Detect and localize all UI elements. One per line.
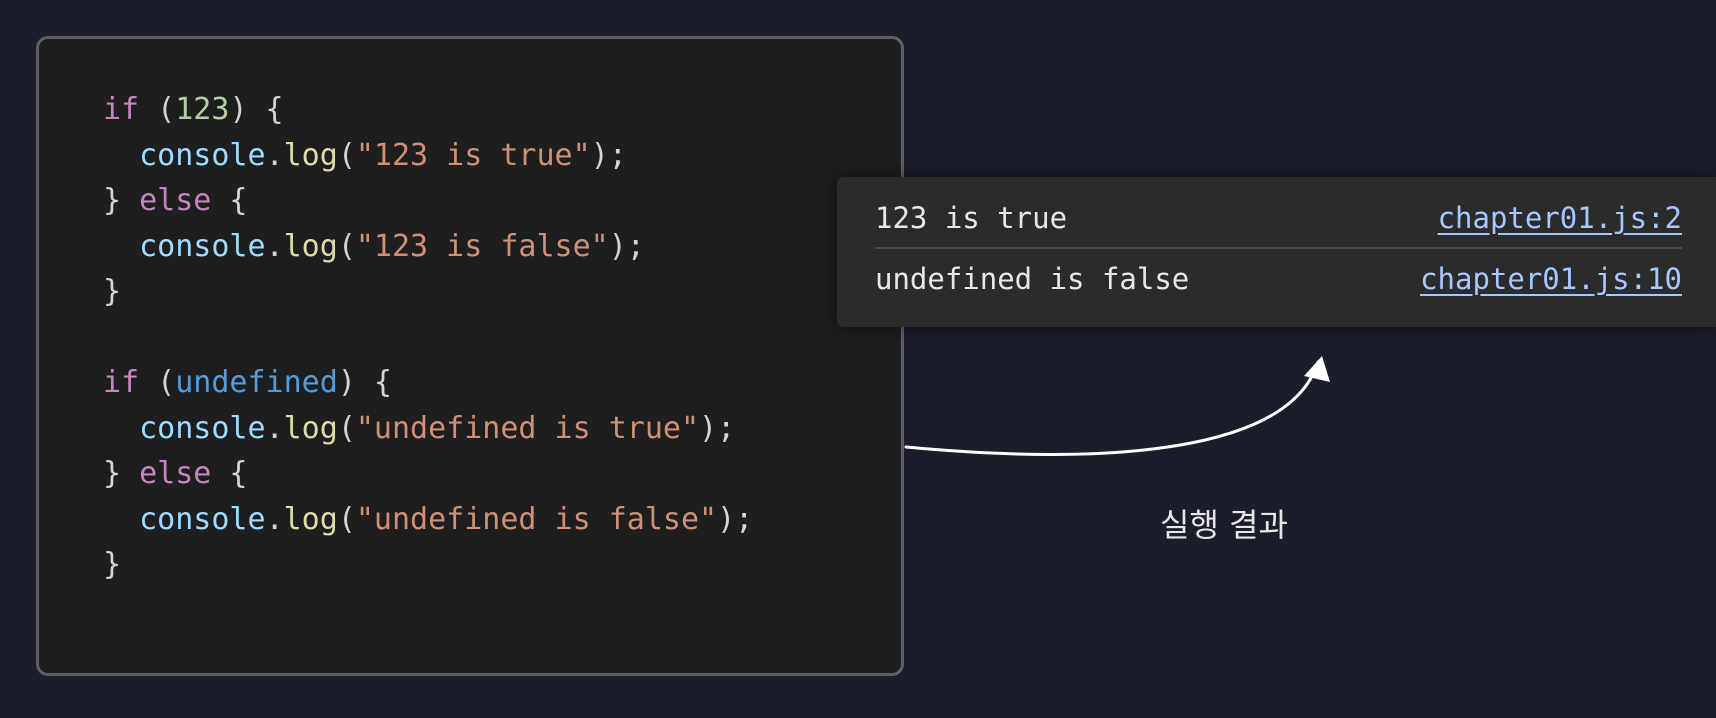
- console-row-divider: [875, 247, 1682, 249]
- code-token: ) {: [229, 92, 284, 127]
- code-token: }: [103, 274, 122, 309]
- console-message: 123 is true: [875, 201, 1068, 235]
- code-token: console: [139, 228, 266, 264]
- code-token: (: [337, 137, 356, 173]
- code-token: (: [337, 228, 356, 264]
- result-caption: 실행 결과: [1160, 506, 1288, 544]
- code-token: .: [265, 137, 284, 173]
- code-token: }: [103, 456, 140, 491]
- code-token: );: [717, 501, 754, 537]
- code-token: log: [283, 137, 338, 173]
- code-token: log: [283, 501, 338, 537]
- code-line: console.log("undefined is false");: [103, 497, 753, 543]
- code-line: console.log("123 is false");: [103, 224, 753, 270]
- code-token: {: [211, 456, 248, 491]
- code-token: }: [103, 547, 122, 582]
- code-token: log: [283, 410, 338, 446]
- code-token: (: [139, 365, 176, 400]
- code-token: {: [211, 183, 248, 218]
- code-token: console: [139, 501, 266, 537]
- console-message: undefined is false: [875, 262, 1190, 296]
- console-output-panel: 123 is true chapter01.js:2 undefined is …: [837, 177, 1716, 327]
- code-token: console: [139, 410, 266, 446]
- code-line: console.log("123 is true");: [103, 133, 753, 179]
- code-line: }: [103, 269, 753, 315]
- console-source-link[interactable]: chapter01.js:2: [1438, 201, 1682, 235]
- code-token: "undefined is true": [355, 410, 700, 446]
- code-token: (: [337, 501, 356, 537]
- code-token: console: [139, 137, 266, 173]
- code-token: 123: [175, 92, 230, 127]
- code-line: } else {: [103, 178, 753, 224]
- code-token: (: [337, 410, 356, 446]
- code-token: (: [139, 92, 176, 127]
- code-token: if: [103, 92, 140, 127]
- code-block: if (123) { console.log("123 is true");} …: [103, 87, 753, 588]
- code-token: .: [265, 410, 284, 446]
- code-token: undefined: [175, 365, 338, 400]
- code-token: else: [139, 456, 212, 491]
- code-line: console.log("undefined is true");: [103, 406, 753, 452]
- code-token: .: [265, 228, 284, 264]
- code-token: );: [590, 137, 627, 173]
- code-token: "123 is true": [355, 137, 591, 173]
- code-token: );: [608, 228, 645, 264]
- code-token: ) {: [337, 365, 392, 400]
- code-token: if: [103, 365, 140, 400]
- code-token: "123 is false": [355, 228, 609, 264]
- code-token: }: [103, 183, 140, 218]
- console-row: 123 is true chapter01.js:2: [875, 189, 1682, 247]
- code-token: );: [699, 410, 736, 446]
- code-token: .: [265, 501, 284, 537]
- code-token: else: [139, 183, 212, 218]
- console-row: undefined is false chapter01.js:10: [875, 250, 1682, 308]
- code-line: if (123) {: [103, 87, 753, 133]
- code-line: }: [103, 542, 753, 588]
- code-editor-panel: if (123) { console.log("123 is true");} …: [36, 36, 904, 676]
- code-line: if (undefined) {: [103, 360, 753, 406]
- code-token: log: [283, 228, 338, 264]
- console-source-link[interactable]: chapter01.js:10: [1420, 262, 1682, 296]
- code-token: "undefined is false": [355, 501, 718, 537]
- code-line: } else {: [103, 451, 753, 497]
